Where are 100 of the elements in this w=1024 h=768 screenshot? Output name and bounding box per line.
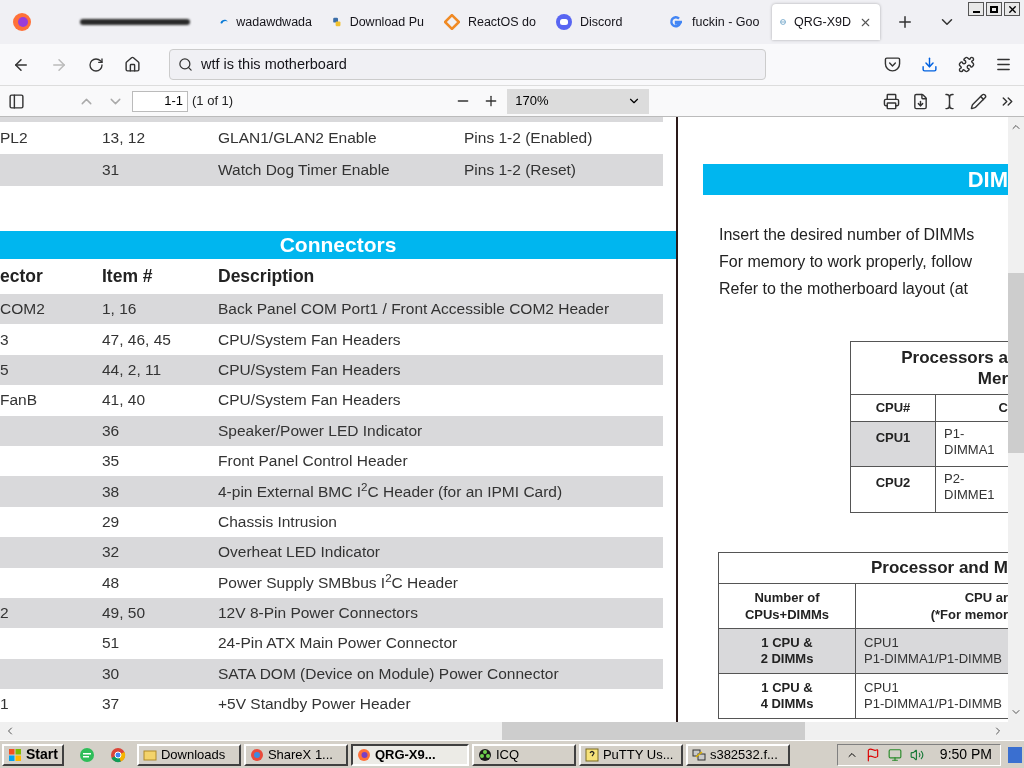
- table-title: Processors a: [901, 347, 1008, 368]
- table-cell: Overheat LED Indicator: [218, 543, 380, 561]
- table-cell: CPU/System Fan Headers: [218, 360, 401, 378]
- restore-button[interactable]: [986, 2, 1002, 16]
- horizontal-scrollbar[interactable]: [0, 722, 1024, 740]
- table-cell: SATA DOM (Device on Module) Power Connector: [218, 664, 559, 682]
- firefox-icon[interactable]: [12, 12, 32, 32]
- table-cell: 29: [102, 512, 120, 530]
- computers-icon: [691, 747, 706, 762]
- table-cell: 51: [102, 634, 120, 652]
- print-icon[interactable]: [883, 92, 900, 110]
- close-window-button[interactable]: [1004, 2, 1020, 16]
- folder-icon: [142, 747, 157, 762]
- table-cell: 49, 50: [102, 604, 146, 622]
- scrollbar-thumb[interactable]: [1008, 273, 1024, 453]
- download-icon[interactable]: [921, 56, 938, 73]
- column-header: CPU ar (*For memor: [930, 589, 1008, 623]
- table-cell: Pins 1-2 (Reset): [464, 161, 576, 178]
- help-icon: [584, 747, 599, 762]
- taskbar-button[interactable]: s382532.f...: [685, 743, 790, 766]
- column-header: CPU#: [875, 399, 911, 418]
- browser-tab[interactable]: Discord: [548, 4, 656, 40]
- taskbar-button[interactable]: Downloads: [136, 743, 241, 766]
- table-cell: 3: [0, 330, 9, 348]
- table-cell: 13, 12: [102, 129, 146, 146]
- table-cell: CPU1 P1-DIMMA1/P1-DIMMB: [864, 635, 1002, 667]
- vertical-scrollbar[interactable]: [1008, 117, 1024, 722]
- table-cell: 5: [0, 360, 9, 378]
- table-title: Mer: [977, 368, 1008, 389]
- firefox-icon: [356, 747, 371, 762]
- table-cell: 41, 40: [102, 391, 146, 409]
- table-cell: 24-Pin ATX Main Power Connector: [218, 634, 458, 652]
- table-cell: Chassis Intrusion: [218, 512, 337, 530]
- pocket-icon[interactable]: [884, 56, 901, 73]
- table-cell: +5V Standby Power Header: [218, 695, 411, 713]
- table-cell: COM2: [0, 300, 45, 318]
- controller-icon: [556, 14, 572, 30]
- paragraph-line: For memory to work properly, follow: [719, 252, 974, 272]
- taskbar-button[interactable]: QRG-X9...: [350, 743, 469, 766]
- home-icon[interactable]: [124, 56, 141, 73]
- reload-icon[interactable]: [88, 56, 104, 73]
- table-cell: 1 CPU & 4 DIMMs: [760, 680, 814, 712]
- browser-tab[interactable]: wadawdwada: [212, 4, 320, 40]
- table-cell: 47, 46, 45: [102, 330, 171, 348]
- table-cell: 44, 2, 11: [102, 360, 162, 378]
- table-cell: 1 CPU & 2 DIMMs: [760, 635, 814, 667]
- sidebar-toggle-icon[interactable]: [8, 92, 25, 110]
- table-cell: 38: [102, 482, 120, 500]
- browser-tab[interactable]: fuckin - Goo: [660, 4, 768, 40]
- new-tab-icon[interactable]: [896, 13, 914, 31]
- table-cell: GLAN1/GLAN2 Enable: [218, 129, 377, 146]
- start-button[interactable]: Start: [2, 743, 64, 766]
- table-cell: 4-pin External BMC I$^{2}$C Header (for an IPMI Card): [218, 482, 563, 500]
- table-cell: CPU1: [851, 422, 936, 466]
- column-header: Description: [218, 266, 315, 287]
- paragraph-line: Insert the desired number of DIMMs: [719, 225, 976, 245]
- draw-tool-icon[interactable]: [970, 92, 987, 110]
- column-header: ector: [0, 266, 43, 287]
- taskbar-button[interactable]: ICQ: [471, 743, 576, 766]
- save-icon[interactable]: [912, 92, 929, 110]
- scrollbar-thumb[interactable]: [502, 722, 805, 740]
- flag-icon[interactable]: [865, 747, 880, 762]
- volume-icon[interactable]: [909, 747, 924, 762]
- chrome-icon[interactable]: [109, 746, 126, 763]
- diamond-icon: [444, 14, 460, 30]
- table-cell: 37: [102, 695, 120, 713]
- address-field[interactable]: wtf is this motherboard: [169, 49, 766, 80]
- section-header: Connectors: [0, 231, 676, 259]
- table-cell: 32: [102, 543, 120, 561]
- menu-icon[interactable]: [995, 56, 1012, 73]
- table-cell: CPU2: [851, 467, 936, 512]
- table-cell: 1, 16: [102, 300, 137, 318]
- taskbar-button[interactable]: PuTTY Us...: [578, 743, 683, 766]
- browser-tab[interactable]: Download Pu: [324, 4, 432, 40]
- table-cell: CPU/System Fan Headers: [218, 330, 401, 348]
- table-cell: 1: [0, 695, 9, 713]
- table-cell: 36: [102, 421, 120, 439]
- table-cell: FanB: [0, 391, 38, 409]
- extensions-icon[interactable]: [958, 56, 975, 73]
- table-cell: Watch Dog Timer Enable: [218, 161, 390, 178]
- taskbar-button[interactable]: ShareX 1...: [243, 743, 348, 766]
- table-cell: CPU1 P1-DIMMA1/P1-DIMMB: [864, 680, 1002, 712]
- search-icon: [178, 57, 193, 72]
- table-cell: CPU/System Fan Headers: [218, 391, 401, 409]
- clock: 9:50 PM: [939, 745, 992, 764]
- table-title: Processor and M: [871, 557, 1008, 580]
- paragraph-line: Refer to the motherboard layout (at: [719, 279, 970, 299]
- table-cell: 30: [102, 664, 120, 682]
- browser-tab[interactable]: ReactOS do: [436, 4, 544, 40]
- flower-icon: [477, 747, 492, 762]
- page-number-field[interactable]: 1-1: [132, 90, 188, 112]
- column-header: Number of CPUs+DIMMs: [744, 589, 830, 623]
- browser-tab[interactable]: QRG-X9D: [772, 4, 880, 40]
- show-desktop-button[interactable]: [1008, 746, 1022, 763]
- minimize-button[interactable]: [968, 2, 984, 16]
- table-cell: Back Panel COM Port1 / Front Accessible COM2 Header: [218, 300, 610, 318]
- section-header: DIM: [703, 164, 1008, 195]
- close-icon: [1006, 3, 1018, 15]
- zoom-select[interactable]: 170%: [507, 88, 650, 114]
- google-g-icon: [668, 14, 684, 30]
